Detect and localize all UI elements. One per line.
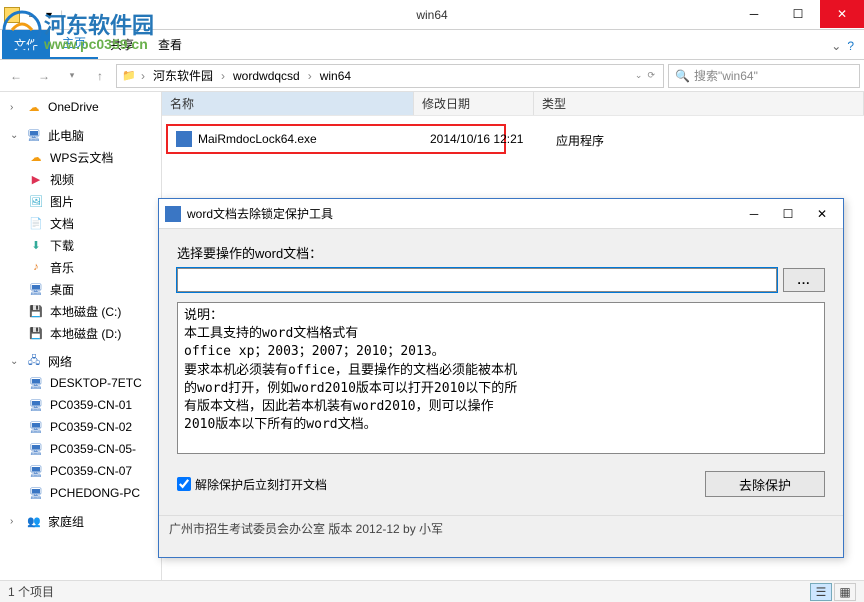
dialog-input-label: 选择要操作的word文档： bbox=[177, 243, 825, 262]
minimize-button[interactable]: ─ bbox=[732, 0, 776, 28]
file-name: MaiRmdocLock64.exe bbox=[198, 132, 317, 146]
status-bar: 1 个项目 ☰ ▦ bbox=[0, 580, 864, 602]
sidebar-item-document[interactable]: 📄文档 bbox=[0, 212, 161, 234]
dialog-minimize-button[interactable]: ─ bbox=[739, 203, 769, 225]
breadcrumb-item[interactable]: 河东软件园 bbox=[149, 65, 217, 86]
sidebar-item-thispc[interactable]: ⌄🖥此电脑 bbox=[0, 124, 161, 146]
nav-recent-button[interactable]: ▾ bbox=[60, 64, 84, 88]
qat-icon[interactable]: ▫ bbox=[24, 8, 38, 22]
search-icon: 🔍 bbox=[675, 69, 690, 83]
sidebar-item-label: 本地磁盘 (C:) bbox=[50, 303, 121, 320]
sidebar-item-download[interactable]: ⬇下载 bbox=[0, 234, 161, 256]
address-bar: ← → ▾ ↑ 📁 › 河东软件园 › wordwdqcsd › win64 ⌄… bbox=[0, 60, 864, 92]
close-button[interactable]: ✕ bbox=[820, 0, 864, 28]
ribbon-expand-icon[interactable]: ⌄ bbox=[831, 39, 841, 53]
sidebar-item-label: 图片 bbox=[50, 193, 74, 210]
sidebar-item-netpc[interactable]: 🖥PCHEDONG-PC bbox=[0, 482, 161, 504]
nav-back-button[interactable]: ← bbox=[4, 64, 28, 88]
description-textarea[interactable] bbox=[177, 302, 825, 454]
sidebar-item-onedrive[interactable]: ›☁OneDrive bbox=[0, 96, 161, 118]
search-input[interactable]: 🔍 搜索"win64" bbox=[668, 64, 860, 88]
browse-button[interactable]: ... bbox=[783, 268, 825, 292]
folder-icon bbox=[4, 7, 20, 23]
window-title: win64 bbox=[416, 8, 447, 22]
sidebar-item-desktop[interactable]: 🖥桌面 bbox=[0, 278, 161, 300]
sidebar-item-netpc[interactable]: 🖥PC0359-CN-05- bbox=[0, 438, 161, 460]
tab-view[interactable]: 查看 bbox=[146, 30, 194, 59]
sidebar-item-wps[interactable]: ☁WPS云文档 bbox=[0, 146, 161, 168]
dialog-title: word文档去除锁定保护工具 bbox=[187, 205, 739, 222]
breadcrumb[interactable]: 📁 › 河东软件园 › wordwdqcsd › win64 ⌄ ⟳ bbox=[116, 64, 664, 88]
dialog-maximize-button[interactable]: ☐ bbox=[773, 203, 803, 225]
sidebar-item-label: 本地磁盘 (D:) bbox=[50, 325, 121, 342]
dialog-close-button[interactable]: ✕ bbox=[807, 203, 837, 225]
sidebar-item-netpc[interactable]: 🖥PC0359-CN-07 bbox=[0, 460, 161, 482]
dialog-titlebar: word文档去除锁定保护工具 ─ ☐ ✕ bbox=[159, 199, 843, 229]
sidebar-item-label: PC0359-CN-07 bbox=[50, 464, 132, 478]
breadcrumb-item[interactable]: wordwdqcsd bbox=[229, 67, 304, 85]
nav-up-button[interactable]: ↑ bbox=[88, 64, 112, 88]
sidebar-item-picture[interactable]: 🖼图片 bbox=[0, 190, 161, 212]
sidebar-item-label: 家庭组 bbox=[48, 513, 84, 530]
breadcrumb-dropdown-icon[interactable]: ⌄ ⟳ bbox=[631, 70, 659, 81]
sidebar-item-video[interactable]: ▶视频 bbox=[0, 168, 161, 190]
exe-icon bbox=[176, 131, 192, 147]
checkbox-label: 解除保护后立刻打开文档 bbox=[195, 476, 327, 493]
sidebar-item-label: DESKTOP-7ETC bbox=[50, 376, 142, 390]
file-type: 应用程序 bbox=[556, 132, 604, 149]
sidebar-item-homegroup[interactable]: ›👥家庭组 bbox=[0, 510, 161, 532]
ribbon: 文件 主页 共享 查看 ⌄ ? bbox=[0, 30, 864, 60]
remove-protection-button[interactable]: 去除保护 bbox=[705, 471, 825, 497]
tab-share[interactable]: 共享 bbox=[98, 30, 146, 59]
breadcrumb-icon: 📁 bbox=[121, 68, 137, 84]
sidebar-item-netpc[interactable]: 🖥DESKTOP-7ETC bbox=[0, 372, 161, 394]
file-date: 2014/10/16 12:21 bbox=[430, 132, 523, 146]
window-titlebar: ▫ ▾ | win64 ─ ☐ ✕ bbox=[0, 0, 864, 30]
nav-forward-button[interactable]: → bbox=[32, 64, 56, 88]
column-type[interactable]: 类型 bbox=[534, 92, 864, 115]
sidebar-item-label: OneDrive bbox=[48, 100, 99, 114]
sidebar-item-label: 此电脑 bbox=[48, 127, 84, 144]
sidebar-item-label: 桌面 bbox=[50, 281, 74, 298]
column-date[interactable]: 修改日期 bbox=[414, 92, 534, 115]
search-placeholder: 搜索"win64" bbox=[694, 67, 758, 84]
navigation-pane: ›☁OneDrive ⌄🖥此电脑 ☁WPS云文档 ▶视频 🖼图片 📄文档 ⬇下载… bbox=[0, 92, 162, 582]
maximize-button[interactable]: ☐ bbox=[776, 0, 820, 28]
sidebar-item-netpc[interactable]: 🖥PC0359-CN-02 bbox=[0, 416, 161, 438]
sidebar-item-label: WPS云文档 bbox=[50, 149, 113, 166]
breadcrumb-item[interactable]: win64 bbox=[316, 67, 355, 85]
sidebar-item-label: 音乐 bbox=[50, 259, 74, 276]
file-path-input[interactable] bbox=[177, 268, 777, 292]
column-name[interactable]: 名称 bbox=[162, 92, 414, 115]
sidebar-item-label: PCHEDONG-PC bbox=[50, 486, 140, 500]
sidebar-item-music[interactable]: ♪音乐 bbox=[0, 256, 161, 278]
sidebar-item-label: 下载 bbox=[50, 237, 74, 254]
sidebar-item-label: PC0359-CN-05- bbox=[50, 442, 136, 456]
sidebar-item-diskc[interactable]: 💾本地磁盘 (C:) bbox=[0, 300, 161, 322]
checkbox-input[interactable] bbox=[177, 477, 191, 491]
open-after-checkbox[interactable]: 解除保护后立刻打开文档 bbox=[177, 476, 327, 493]
column-headers: 名称 修改日期 类型 bbox=[162, 92, 864, 116]
item-count: 1 个项目 bbox=[8, 583, 54, 600]
chevron-right-icon: › bbox=[306, 69, 314, 83]
tab-home[interactable]: 主页 bbox=[50, 28, 98, 59]
chevron-right-icon: › bbox=[219, 69, 227, 83]
help-icon[interactable]: ? bbox=[847, 39, 854, 53]
qat-dropdown-icon[interactable]: ▾ bbox=[42, 8, 56, 22]
sidebar-item-label: 文档 bbox=[50, 215, 74, 232]
tool-dialog: word文档去除锁定保护工具 ─ ☐ ✕ 选择要操作的word文档： ... 解… bbox=[158, 198, 844, 558]
sidebar-item-diskd[interactable]: 💾本地磁盘 (D:) bbox=[0, 322, 161, 344]
sidebar-item-label: PC0359-CN-02 bbox=[50, 420, 132, 434]
view-icons-button[interactable]: ▦ bbox=[834, 583, 856, 601]
sidebar-item-netpc[interactable]: 🖥PC0359-CN-01 bbox=[0, 394, 161, 416]
sidebar-item-label: 视频 bbox=[50, 171, 74, 188]
sidebar-item-label: PC0359-CN-01 bbox=[50, 398, 132, 412]
dialog-status: 广州市招生考试委员会办公室 版本 2012-12 by 小军 bbox=[159, 515, 843, 541]
sidebar-item-label: 网络 bbox=[48, 353, 72, 370]
chevron-right-icon: › bbox=[139, 69, 147, 83]
sidebar-item-network[interactable]: ⌄🖧网络 bbox=[0, 350, 161, 372]
view-details-button[interactable]: ☰ bbox=[810, 583, 832, 601]
tab-file[interactable]: 文件 bbox=[2, 30, 50, 59]
app-icon bbox=[165, 206, 181, 222]
